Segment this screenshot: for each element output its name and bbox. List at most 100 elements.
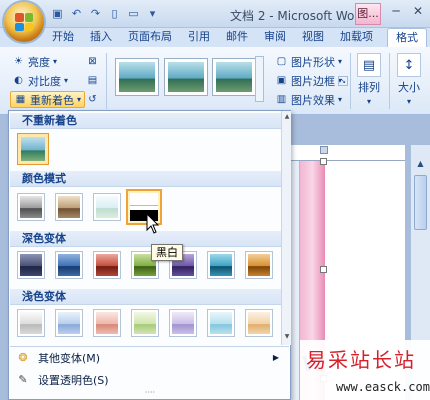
tab-add-ins[interactable]: 加载项 [332, 28, 381, 47]
scroll-up-icon[interactable]: ▲ [415, 159, 426, 170]
set-transparent-label: 设置透明色(S) [38, 373, 109, 387]
chevron-down-icon: ▾ [338, 95, 343, 104]
picture-border-button[interactable]: ▣ 图片边框 ▾ [275, 72, 342, 89]
palette-icon: ❂ [18, 351, 28, 364]
compress-icon: ⊠ [88, 56, 97, 67]
swatch-dark-1[interactable] [17, 251, 45, 279]
tab-format[interactable]: 格式 [387, 28, 427, 47]
contrast-label: 对比度 [28, 74, 61, 88]
swatch-dark-3[interactable] [93, 251, 121, 279]
swatch-light-1[interactable] [17, 309, 45, 337]
close-button[interactable]: ✕ [410, 4, 426, 22]
size-label: 大小 [398, 81, 420, 94]
tab-view[interactable]: 视图 [294, 28, 332, 47]
picture-effects-button[interactable]: ▥ 图片效果 ▾ [275, 91, 342, 108]
separator [350, 53, 351, 109]
tab-references[interactable]: 引用 [180, 28, 218, 47]
redo-icon[interactable]: ↷ [88, 6, 103, 21]
dropdown-scrollbar[interactable]: ▲ ▼ [281, 111, 291, 345]
swatch-light-6[interactable] [207, 309, 235, 337]
swatch-light-4[interactable] [131, 309, 159, 337]
tab-mailings[interactable]: 邮件 [218, 28, 256, 47]
swatch-grayscale[interactable] [17, 193, 45, 221]
indent-marker[interactable] [320, 146, 328, 154]
chevron-down-icon[interactable]: ▾ [145, 6, 160, 21]
arrange-label: 排列 [358, 81, 380, 94]
more-variations-label: 其他变体(M) [38, 351, 101, 365]
chevron-down-icon: ▾ [64, 76, 69, 85]
size-button[interactable]: ↕ 大小 ▾ [393, 53, 425, 109]
scroll-down-icon[interactable]: ▼ [283, 333, 291, 340]
swatch-sepia[interactable] [55, 193, 83, 221]
office-button[interactable] [4, 2, 44, 42]
chevron-down-icon: ▾ [406, 97, 411, 106]
recolor-dropdown: 不重新着色 颜色模式 深色变体 浅色变体 ▲ ▼ ❂ 其他变体(M) ▶ ✎ 设… [8, 110, 291, 400]
swatch-washout[interactable] [93, 193, 121, 221]
resize-handle[interactable] [320, 266, 327, 273]
picture-shape-button[interactable]: ▢ 图片形状 ▾ [275, 53, 342, 70]
swatch-no-recolor[interactable] [17, 133, 49, 165]
save-icon[interactable]: ▣ [50, 6, 65, 21]
set-transparent-color-item[interactable]: ✎ 设置透明色(S) [10, 369, 289, 390]
brightness-label: 亮度 [28, 55, 50, 69]
swatch-light-7[interactable] [245, 309, 273, 337]
size-icon: ↕ [397, 53, 421, 77]
tab-insert[interactable]: 插入 [82, 28, 120, 47]
change-picture-icon: ▤ [87, 75, 98, 86]
horizontal-ruler[interactable] [290, 145, 405, 161]
picture-style-1[interactable] [115, 58, 159, 96]
minimize-button[interactable]: ─ [388, 4, 404, 22]
reset-picture-button[interactable]: ↺ [86, 91, 99, 108]
resize-handle[interactable] [320, 158, 327, 165]
change-picture-button[interactable]: ▤ [86, 72, 99, 89]
mouse-cursor-icon [146, 213, 160, 234]
section-no-recolor: 不重新着色 [10, 113, 289, 129]
arrange-button[interactable]: ▤ 排列 ▾ [353, 53, 385, 109]
new-document-icon[interactable]: ▯ [107, 6, 122, 21]
swatch-light-5[interactable] [169, 309, 197, 337]
swatch-dark-2[interactable] [55, 251, 83, 279]
picture-effects-label: 图片效果 [291, 93, 335, 107]
office-logo-icon [15, 13, 33, 31]
swatch-dark-6[interactable] [207, 251, 235, 279]
more-variations-item[interactable]: ❂ 其他变体(M) ▶ [10, 347, 289, 368]
scrollbar-thumb[interactable] [414, 175, 427, 230]
arrange-icon: ▤ [357, 53, 381, 77]
recolor-button[interactable]: ▦ 重新着色 ▾ [10, 91, 86, 108]
tooltip-black-and-white: 黑白 [151, 244, 183, 261]
swatch-light-3[interactable] [93, 309, 121, 337]
tab-page-layout[interactable]: 页面布局 [120, 28, 180, 47]
watermark-url: www.easck.com [336, 380, 430, 394]
tab-home[interactable]: 开始 [44, 28, 82, 47]
section-color-modes: 颜色模式 [10, 171, 289, 187]
effects-icon: ▥ [276, 94, 287, 105]
tab-review[interactable]: 审阅 [256, 28, 294, 47]
picture-border-label: 图片边框 [291, 74, 335, 88]
chevron-down-icon: ▾ [366, 97, 371, 106]
gallery-scroll[interactable] [255, 56, 264, 102]
compress-pictures-button[interactable]: ⊠ [86, 53, 99, 70]
resize-grip-icon[interactable]: ···· [143, 389, 157, 397]
swatch-light-2[interactable] [55, 309, 83, 337]
quick-access-toolbar: ▣ ↶ ↷ ▯ ▭ ▾ [50, 6, 160, 22]
picture-style-2[interactable] [164, 58, 208, 96]
brightness-button[interactable]: ☀ 亮度 ▾ [12, 53, 57, 70]
swatch-dark-7[interactable] [245, 251, 273, 279]
window-title: 文档 2 - Microsoft Word [230, 9, 367, 23]
picture-tools-tab[interactable]: 图... [355, 3, 381, 25]
border-icon: ▣ [276, 75, 287, 86]
vertical-ruler[interactable] [290, 161, 300, 400]
chevron-down-icon: ▾ [77, 95, 82, 104]
recolor-label: 重新着色 [30, 93, 74, 107]
section-light-variations: 浅色变体 [10, 289, 289, 305]
recolor-icon: ▦ [15, 94, 26, 105]
scroll-up-icon[interactable]: ▲ [283, 113, 291, 120]
separator [106, 53, 107, 109]
dialog-launcher-icon[interactable]: ↘ [338, 76, 348, 86]
picture-style-3[interactable] [212, 58, 256, 96]
undo-icon[interactable]: ↶ [69, 6, 84, 21]
contrast-button[interactable]: ◐ 对比度 ▾ [12, 72, 68, 89]
open-folder-icon[interactable]: ▭ [126, 6, 141, 21]
ribbon-tabs: 开始 插入 页面布局 引用 邮件 审阅 视图 加载项 格式 [0, 28, 430, 47]
chevron-down-icon: ▾ [338, 57, 343, 66]
